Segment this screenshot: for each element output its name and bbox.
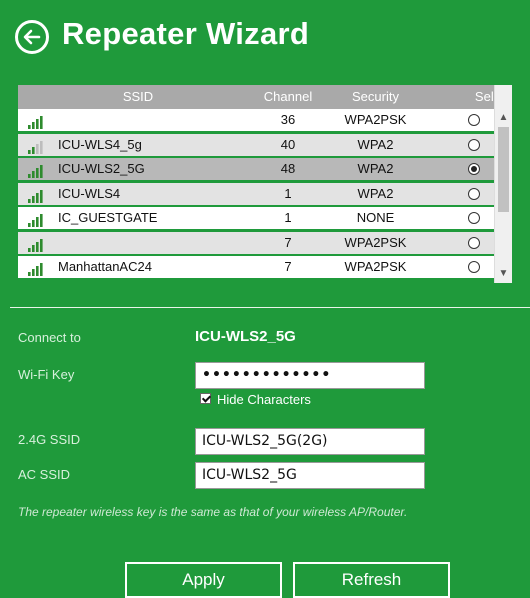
signal-strength-icon: [27, 237, 45, 252]
table-body: 36 WPA2PSK ICU-WLS4_5g 40 WPA2 ICU-WLS2_5G 48 W…: [18, 109, 512, 283]
network-table: SSID Channel Security Select 36 WPA2PSK IC…: [18, 85, 512, 283]
security-cell: WPA2PSK: [344, 259, 407, 274]
divider: [10, 307, 530, 308]
column-header-security: Security: [352, 89, 399, 104]
channel-cell: 7: [284, 234, 292, 250]
scroll-down-icon[interactable]: ▼: [495, 265, 512, 283]
hide-characters-label: Hide Characters: [217, 392, 311, 407]
table-row[interactable]: 36 WPA2PSK: [18, 109, 512, 131]
table-header: SSID Channel Security Select: [18, 85, 512, 109]
ssid-cell: ICU-WLS4: [58, 185, 121, 201]
channel-cell: 40: [280, 136, 296, 152]
security-cell: WPA2: [357, 136, 394, 152]
repeater-key-note: The repeater wireless key is the same as…: [18, 505, 408, 519]
table-row[interactable]: ManhattanAC24 7 WPA2PSK: [18, 256, 512, 278]
security-cell: WPA2: [357, 185, 394, 201]
wifi-key-label: Wi-Fi Key: [18, 367, 75, 382]
ac-ssid-field[interactable]: ICU-WLS2_5G: [195, 462, 425, 489]
column-header-select: Select: [474, 89, 512, 104]
signal-strength-icon: [27, 212, 45, 227]
ssid-cell: ManhattanAC24: [58, 259, 152, 274]
channel-cell: 1: [284, 210, 292, 225]
channel-cell: 1: [284, 185, 292, 201]
select-radio[interactable]: [468, 187, 480, 200]
security-cell: WPA2: [357, 161, 394, 176]
signal-strength-icon: [27, 261, 45, 276]
select-radio[interactable]: [468, 138, 480, 151]
signal-strength-icon: [27, 188, 45, 203]
ac-ssid-label: AC SSID: [18, 467, 71, 482]
select-radio[interactable]: [468, 212, 480, 224]
ssid-24g-field[interactable]: ICU-WLS2_5G(2G): [195, 428, 425, 455]
wifi-key-field[interactable]: •••••••••••••: [195, 362, 425, 389]
refresh-button[interactable]: Refresh: [293, 562, 450, 598]
ssid-cell: ICU-WLS2_5G: [58, 161, 145, 176]
table-row[interactable]: 7 WPA2PSK: [18, 231, 512, 254]
security-cell: WPA2PSK: [344, 234, 407, 250]
security-cell: NONE: [356, 210, 395, 225]
connect-to-value: ICU-WLS2_5G: [195, 328, 296, 345]
select-radio[interactable]: [468, 236, 480, 249]
table-row[interactable]: IC_GUESTGATE 1 NONE: [18, 207, 512, 229]
back-arrow-icon[interactable]: [15, 20, 49, 54]
table-scrollbar[interactable]: ▲ ▼: [494, 85, 512, 283]
page-title: Repeater Wizard: [62, 16, 310, 51]
apply-button[interactable]: Apply: [125, 562, 282, 598]
scroll-up-icon[interactable]: ▲: [495, 109, 512, 127]
table-row[interactable]: ICU-WLS2_5G 48 WPA2: [18, 158, 512, 180]
ssid-cell: ICU-WLS4_5g: [58, 136, 142, 152]
ssid-24g-label: 2.4G SSID: [18, 432, 81, 447]
channel-cell: 7: [284, 259, 292, 274]
hide-characters-checkbox[interactable]: [200, 393, 211, 404]
column-header-channel: Channel: [263, 89, 313, 104]
select-radio[interactable]: [468, 114, 480, 126]
channel-cell: 36: [280, 112, 296, 127]
table-row[interactable]: ICU-WLS4 1 WPA2: [18, 182, 512, 205]
header: Repeater Wizard: [0, 0, 530, 80]
column-header-ssid: SSID: [122, 89, 154, 104]
channel-cell: 48: [280, 161, 296, 176]
scroll-thumb[interactable]: [498, 127, 509, 212]
signal-strength-icon: [27, 139, 45, 154]
signal-strength-icon: [27, 114, 45, 129]
table-row[interactable]: ICU-WLS4_5g 40 WPA2: [18, 133, 512, 156]
connect-to-label: Connect to: [18, 330, 81, 345]
security-cell: WPA2PSK: [344, 112, 407, 127]
signal-strength-icon: [27, 163, 45, 178]
select-radio[interactable]: [468, 261, 480, 273]
select-radio[interactable]: [468, 163, 480, 175]
ssid-cell: IC_GUESTGATE: [58, 210, 158, 225]
